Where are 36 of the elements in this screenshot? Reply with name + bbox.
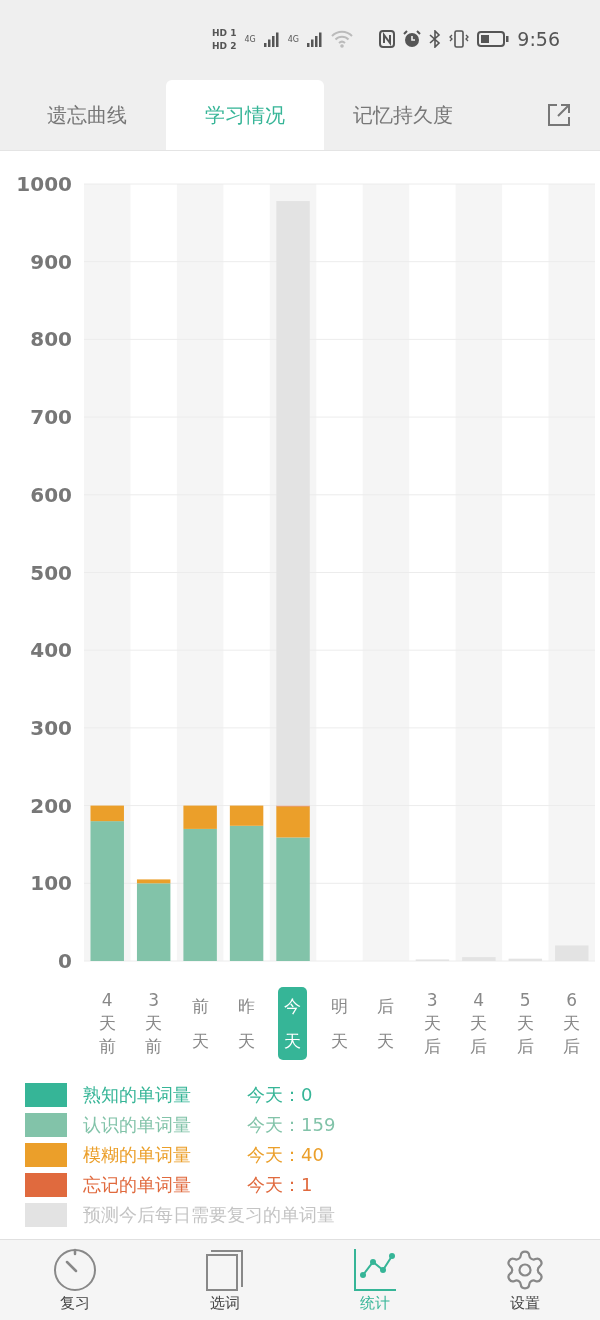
y-axis-label: 100 xyxy=(30,871,72,896)
x-axis-label: 4天前 xyxy=(98,989,116,1058)
x-axis-label: 明天 xyxy=(330,995,348,1053)
x-axis-label: 5天后 xyxy=(516,989,534,1058)
legend-value: 今天：159 xyxy=(247,1113,337,1137)
y-axis-label: 0 xyxy=(58,949,72,973)
clock-time: 9:56 xyxy=(517,28,560,50)
y-axis-label: 300 xyxy=(30,715,72,740)
x-axis-label: 后天 xyxy=(377,995,395,1053)
y-axis-label: 600 xyxy=(30,482,72,507)
legend-label: 忘记的单词量 xyxy=(83,1173,192,1197)
x-axis-label: 3天前 xyxy=(145,989,163,1058)
x-axis-label: 昨天 xyxy=(238,995,256,1053)
y-axis-label: 500 xyxy=(30,560,72,585)
legend-label: 认识的单词量 xyxy=(83,1113,192,1137)
x-axis-label: 4天后 xyxy=(470,989,488,1058)
y-axis-label: 1000 xyxy=(16,172,72,196)
legend-value: 今天：1 xyxy=(247,1173,314,1197)
network-type: 4G xyxy=(244,34,256,44)
y-axis-label: 400 xyxy=(30,638,72,663)
legend-label: 预测今后每日需要复习的单词量 xyxy=(83,1203,335,1227)
y-axis-label: 900 xyxy=(30,249,72,274)
legend-label: 熟知的单词量 xyxy=(83,1083,192,1107)
y-axis-label: 700 xyxy=(30,405,72,430)
x-axis-label: 6天后 xyxy=(563,989,581,1058)
x-axis-label: 3天后 xyxy=(423,989,441,1058)
sim-label: HD 2 xyxy=(212,40,237,51)
x-axis-label: 前天 xyxy=(191,995,209,1053)
x-axis-label: 今天 xyxy=(278,987,308,1060)
legend-label: 模糊的单词量 xyxy=(83,1143,192,1167)
y-axis-label: 800 xyxy=(30,327,72,352)
legend-value: 今天：40 xyxy=(247,1143,325,1167)
sim-label: HD 1 xyxy=(212,27,237,38)
y-axis-label: 200 xyxy=(30,793,72,818)
network-type: 4G xyxy=(287,34,299,44)
legend-value: 今天：0 xyxy=(247,1083,314,1107)
